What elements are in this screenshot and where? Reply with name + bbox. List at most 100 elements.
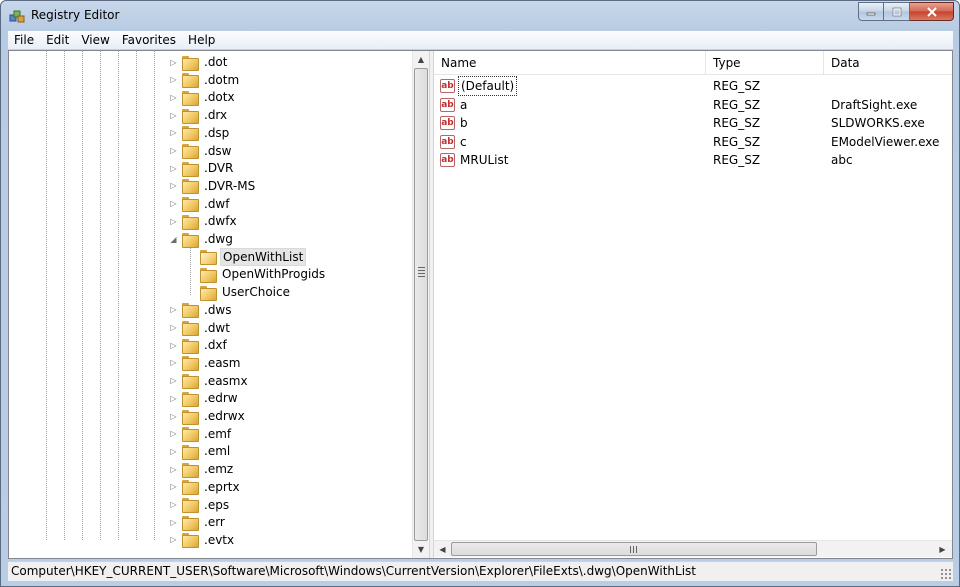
tree-item-label: .dotx bbox=[204, 90, 235, 105]
tree-item[interactable]: ▷ .err bbox=[169, 513, 227, 531]
scrollbar-thumb[interactable] bbox=[451, 542, 817, 556]
scroll-down-arrow[interactable]: ▼ bbox=[413, 541, 429, 558]
values-list-pane[interactable]: Name Type Data ab (Default) REG_SZ ab a REG_S… bbox=[434, 51, 952, 558]
tree-item[interactable]: UserChoice bbox=[187, 283, 292, 301]
value-data-cell: DraftSight.exe bbox=[831, 97, 918, 112]
tree-item[interactable]: ▷ .edrwx bbox=[169, 407, 247, 425]
tree-item[interactable]: ▷ .dwf bbox=[169, 195, 231, 213]
expand-arrow-icon[interactable]: ▷ bbox=[169, 482, 178, 491]
tree-item[interactable]: ▷ .dxf bbox=[169, 336, 229, 354]
maximize-button[interactable] bbox=[884, 2, 910, 21]
menu-view[interactable]: View bbox=[75, 31, 115, 50]
folder-icon bbox=[182, 73, 199, 89]
expand-arrow-icon[interactable]: ▷ bbox=[169, 199, 178, 208]
minimize-button[interactable] bbox=[858, 2, 884, 21]
tree-item-label: .eml bbox=[204, 444, 231, 459]
tree-item[interactable]: ▷ .dws bbox=[169, 301, 234, 319]
tree-item[interactable]: ▷ .dwt bbox=[169, 319, 232, 337]
expand-arrow-icon[interactable]: ▷ bbox=[169, 323, 178, 332]
menu-help[interactable]: Help bbox=[182, 31, 221, 50]
tree-item[interactable]: OpenWithProgids bbox=[187, 265, 327, 283]
column-header-name[interactable]: Name bbox=[434, 51, 706, 75]
tree-item[interactable]: ▷ .dsp bbox=[169, 124, 231, 142]
folder-icon bbox=[182, 144, 199, 159]
tree-item[interactable]: ▷ .emf bbox=[169, 425, 233, 443]
column-header-data[interactable]: Data bbox=[824, 51, 952, 75]
expand-arrow-icon[interactable]: ▷ bbox=[169, 429, 178, 438]
menu-file[interactable]: File bbox=[8, 31, 40, 50]
folder-icon bbox=[182, 374, 199, 390]
expand-arrow-icon[interactable]: ▷ bbox=[169, 412, 178, 421]
collapse-arrow-icon[interactable]: ◢ bbox=[169, 235, 178, 244]
tree-item[interactable]: ▷ .edrw bbox=[169, 389, 240, 407]
tree-item[interactable]: ▷ .dotm bbox=[169, 71, 241, 89]
tree-item[interactable]: ▷ .dot bbox=[169, 53, 229, 71]
expand-arrow-icon[interactable]: ▷ bbox=[169, 164, 178, 173]
expand-arrow-icon[interactable]: ▷ bbox=[169, 111, 178, 120]
tree-item[interactable]: ◢ .dwg bbox=[169, 230, 235, 248]
expand-arrow-icon[interactable]: ▷ bbox=[169, 58, 178, 67]
value-row[interactable]: ab c REG_SZ EModelViewer.exe bbox=[434, 133, 952, 151]
expand-arrow-icon[interactable]: ▷ bbox=[169, 305, 178, 314]
value-row[interactable]: ab MRUList REG_SZ abc bbox=[434, 151, 952, 169]
expand-arrow-icon bbox=[187, 288, 196, 297]
scroll-up-arrow[interactable]: ▲ bbox=[413, 51, 429, 68]
expand-arrow-icon[interactable]: ▷ bbox=[169, 93, 178, 102]
expand-arrow-icon[interactable]: ▷ bbox=[169, 217, 178, 226]
close-icon bbox=[926, 6, 937, 17]
tree-item[interactable]: ▷ .eml bbox=[169, 442, 232, 460]
scroll-right-arrow[interactable]: ▶ bbox=[934, 541, 951, 557]
list-horizontal-scrollbar[interactable]: ◀ ▶ bbox=[434, 540, 952, 557]
folder-icon bbox=[182, 409, 199, 425]
column-header-type[interactable]: Type bbox=[706, 51, 824, 75]
expand-arrow-icon[interactable]: ▷ bbox=[169, 75, 178, 84]
tree-item[interactable]: ▷ .eprtx bbox=[169, 478, 242, 496]
tree-item-label: .drx bbox=[204, 108, 228, 123]
expand-arrow-icon[interactable]: ▷ bbox=[169, 465, 178, 474]
expand-arrow-icon[interactable]: ▷ bbox=[169, 128, 178, 137]
expand-arrow-icon[interactable]: ▷ bbox=[169, 358, 178, 367]
tree-item-label: .eps bbox=[204, 497, 230, 512]
scrollbar-thumb[interactable] bbox=[414, 68, 428, 541]
tree-item[interactable]: ▷ .easm bbox=[169, 354, 243, 372]
value-row[interactable]: ab b REG_SZ SLDWORKS.exe bbox=[434, 114, 952, 132]
title-bar[interactable]: Registry Editor bbox=[1, 1, 959, 31]
string-value-icon: ab bbox=[440, 116, 455, 130]
tree-item[interactable]: ▷ .dotx bbox=[169, 88, 237, 106]
tree-item[interactable]: ▷ .emz bbox=[169, 460, 235, 478]
value-row[interactable]: ab (Default) REG_SZ bbox=[434, 76, 952, 96]
value-row[interactable]: ab a REG_SZ DraftSight.exe bbox=[434, 96, 952, 114]
tree-vertical-scrollbar[interactable]: ▲ ▼ bbox=[412, 51, 429, 558]
expand-arrow-icon[interactable]: ▷ bbox=[169, 341, 178, 350]
expand-arrow-icon[interactable]: ▷ bbox=[169, 500, 178, 509]
key-tree-pane[interactable]: ▷ .dot ▷ .dotm ▷ .dotx ▷ .drx ▷ .dsp ▷ .dsw ▷ .DVR ▷ .D… bbox=[9, 51, 429, 558]
tree-item[interactable]: ▷ .DVR-MS bbox=[169, 177, 257, 195]
menu-favorites[interactable]: Favorites bbox=[116, 31, 182, 50]
tree-item[interactable]: OpenWithList bbox=[187, 247, 307, 266]
folder-icon bbox=[182, 197, 199, 213]
tree-item[interactable]: ▷ .eps bbox=[169, 496, 231, 514]
tree-item[interactable]: ▷ .evtx bbox=[169, 531, 236, 549]
scroll-left-arrow[interactable]: ◀ bbox=[434, 541, 451, 557]
expand-arrow-icon[interactable]: ▷ bbox=[169, 376, 178, 385]
expand-arrow-icon[interactable]: ▷ bbox=[169, 181, 178, 190]
expand-arrow-icon[interactable]: ▷ bbox=[169, 518, 178, 527]
tree-item[interactable]: ▷ .dsw bbox=[169, 142, 234, 160]
resize-grip-icon[interactable] bbox=[940, 568, 951, 579]
menu-edit[interactable]: Edit bbox=[40, 31, 75, 50]
status-path: Computer\HKEY_CURRENT_USER\Software\Micr… bbox=[11, 564, 696, 578]
close-button[interactable] bbox=[910, 2, 954, 21]
expand-arrow-icon[interactable]: ▷ bbox=[169, 394, 178, 403]
tree-item-label: OpenWithList bbox=[220, 247, 307, 266]
tree-item[interactable]: ▷ .drx bbox=[169, 106, 229, 124]
folder-icon bbox=[182, 533, 199, 549]
tree-guide-line bbox=[82, 51, 83, 541]
expand-arrow-icon[interactable]: ▷ bbox=[169, 146, 178, 155]
tree-item[interactable]: ▷ .dwfx bbox=[169, 212, 239, 230]
tree-item[interactable]: ▷ .DVR bbox=[169, 159, 235, 177]
expand-arrow-icon[interactable]: ▷ bbox=[169, 535, 178, 544]
expand-arrow-icon[interactable]: ▷ bbox=[169, 447, 178, 456]
tree-item[interactable]: ▷ .easmx bbox=[169, 372, 250, 390]
tree-item-label: .emf bbox=[204, 426, 232, 441]
window-controls bbox=[858, 2, 954, 21]
